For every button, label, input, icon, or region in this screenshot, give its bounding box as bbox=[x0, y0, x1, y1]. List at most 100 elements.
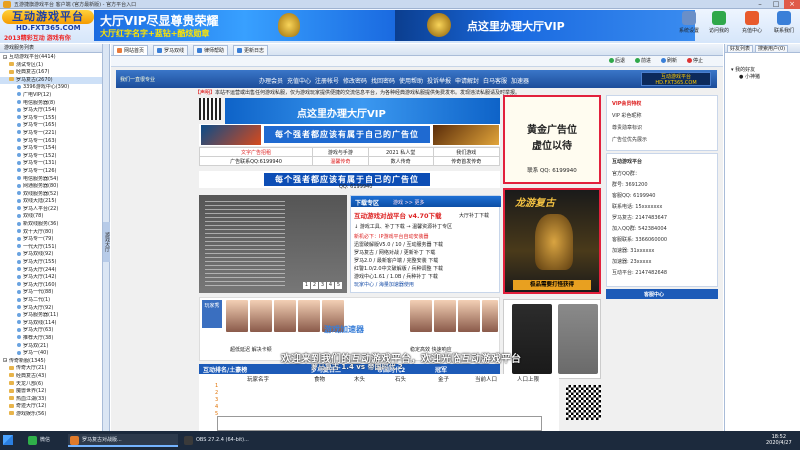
page-button[interactable]: 4 bbox=[327, 282, 334, 289]
taskbar-item[interactable]: 微信 bbox=[26, 434, 50, 447]
download-line[interactable]: 玩家中心 / 海量加速器使用 bbox=[354, 281, 414, 288]
settings-button[interactable]: 系统设置 bbox=[675, 11, 703, 34]
tree-item[interactable]: 双线服务器(52) bbox=[0, 191, 102, 199]
ranking-tab[interactable]: 冠军 bbox=[435, 365, 447, 374]
grid-link[interactable]: 游戏与手游 bbox=[312, 147, 369, 157]
tree-item[interactable]: 罗马双(21) bbox=[0, 343, 102, 351]
visit-mine-button[interactable]: 访问我的 bbox=[705, 11, 733, 34]
tree-item[interactable]: 罗马一代(88) bbox=[0, 289, 102, 297]
tree-item[interactable]: 罗马大厅(244) bbox=[0, 267, 102, 275]
site-nav-link[interactable]: 投诉举报 bbox=[427, 76, 451, 85]
tree-item[interactable]: 罗马大厅(63) bbox=[0, 327, 102, 335]
site-nav-link[interactable]: 找回密码 bbox=[371, 76, 395, 85]
tab-roma[interactable]: 罗马双线 bbox=[153, 45, 189, 55]
friend-item[interactable]: ● 小神猪 bbox=[739, 73, 760, 80]
tree-item[interactable]: 新双线服务(36) bbox=[0, 221, 102, 229]
tree-item[interactable]: 经典复古(167) bbox=[0, 69, 102, 77]
friend-group[interactable]: ▾ 我的好友 bbox=[731, 66, 755, 73]
tree-item[interactable]: − 传奇新服(1345) bbox=[0, 358, 102, 366]
back-button[interactable]: 后退 bbox=[609, 58, 625, 65]
site-nav-link[interactable]: 注册帐号 bbox=[315, 76, 339, 85]
tree-item[interactable]: 罗马大厅(142) bbox=[0, 274, 102, 282]
tree-item[interactable]: 一代大厅(151) bbox=[0, 244, 102, 252]
tree-item[interactable]: 罗马专一(79) bbox=[0, 236, 102, 244]
grid-link[interactable]: 文字广告招租 bbox=[198, 147, 314, 157]
download-line[interactable]: 罗马复古 / 网络对战 / 更新补丁 下载 bbox=[354, 249, 435, 256]
tree-item[interactable]: 罗马人平台(22) bbox=[0, 206, 102, 214]
player-photo[interactable] bbox=[458, 300, 480, 332]
game-hall-tab[interactable]: 游戏大厅 bbox=[103, 222, 110, 262]
expand-icon[interactable]: − bbox=[3, 358, 7, 363]
tree-item[interactable]: 测试专区(1) bbox=[0, 62, 102, 70]
site-nav-link[interactable]: 修改密码 bbox=[343, 76, 367, 85]
expand-icon[interactable]: − bbox=[3, 54, 7, 59]
player-photo[interactable] bbox=[298, 300, 320, 332]
tree-item[interactable]: 电信服务器(8) bbox=[0, 100, 102, 108]
site-nav-link[interactable]: 申请解封 bbox=[455, 76, 479, 85]
tree-item[interactable]: 推荐大厅(38) bbox=[0, 335, 102, 343]
download-line[interactable]: 红警1.0/2.0中文破解版 / 兵种调整 下载 bbox=[354, 265, 443, 272]
page-button[interactable]: 2 bbox=[311, 282, 318, 289]
tree-item[interactable]: 游戏娱乐(56) bbox=[0, 411, 102, 419]
vip-privilege-box[interactable]: VIP会员特权 VIP 彩色昵称 尊贵勋章标识 广告位优先展示 bbox=[606, 95, 718, 151]
gold-ad-slot[interactable]: 黄金广告位 虚位以待 联系 QQ: 6199940 bbox=[503, 95, 601, 184]
grid-link[interactable]: 数人传奇 bbox=[367, 156, 434, 166]
vip-cta-banner[interactable]: 点这里办理大厅VIP bbox=[395, 10, 695, 41]
download-headline[interactable]: 互动游戏对战平台 v4.70下载 bbox=[354, 210, 442, 220]
download-line[interactable]: 迅雷破解版V5.0 / 10 / 互动服务器 下载 bbox=[354, 241, 443, 248]
tree-item[interactable]: 双线(78) bbox=[0, 213, 102, 221]
vip-banner-ad[interactable]: 大厅VIP尽显尊贵荣耀 大厅红字名字+蓝钻+酷炫勋章 bbox=[94, 10, 395, 41]
site-nav-link[interactable]: 充值中心 bbox=[287, 76, 311, 85]
tree-item[interactable]: 罗马复古(2670) bbox=[0, 76, 102, 85]
clothing-ad[interactable] bbox=[503, 299, 601, 379]
site-logo[interactable]: 互动游戏平台 HD.FXT365.COM bbox=[641, 72, 711, 86]
tab-search-users[interactable]: 搜索用户(0) bbox=[755, 45, 789, 53]
tree-item[interactable]: 罗马大厅(92) bbox=[0, 305, 102, 313]
taskbar-item[interactable]: 罗马复古对战版... bbox=[68, 434, 178, 447]
tree-item[interactable]: 罗马双线(114) bbox=[0, 320, 102, 328]
contact-button[interactable]: 联系我们 bbox=[770, 11, 798, 34]
tab-home[interactable]: 网站首页 bbox=[113, 45, 149, 55]
patch-link[interactable]: 大厅补丁下载 bbox=[459, 212, 489, 219]
tree-item[interactable]: 罗马专一(221) bbox=[0, 130, 102, 138]
tree-item[interactable]: 罗马专一(152) bbox=[0, 153, 102, 161]
tree-item[interactable]: 罗马专一(131) bbox=[0, 160, 102, 168]
tree-item[interactable]: 传奇大厅(21) bbox=[0, 365, 102, 373]
site-nav-link[interactable]: 使用帮助 bbox=[399, 76, 423, 85]
tree-item[interactable]: 网通服务器(80) bbox=[0, 183, 102, 191]
tree-item[interactable]: 电信服务器(54) bbox=[0, 176, 102, 184]
player-photo[interactable] bbox=[482, 300, 498, 332]
game-ad[interactable]: 龙游复古 极品需要打怪获得 bbox=[503, 188, 601, 294]
tree-item[interactable]: 广电VIP(12) bbox=[0, 92, 102, 100]
grid-link[interactable]: 2021 私人堂 bbox=[367, 147, 434, 157]
tree-item[interactable]: 天龙八部(6) bbox=[0, 381, 102, 389]
tree-item[interactable]: 罗马二代(1) bbox=[0, 297, 102, 305]
page-button[interactable]: 5 bbox=[335, 282, 342, 289]
download-more[interactable]: 游戏 >> 更多 bbox=[393, 199, 425, 206]
player-photo[interactable] bbox=[226, 300, 248, 332]
site-nav-link[interactable]: 办理会员 bbox=[259, 76, 283, 85]
tree-item[interactable]: 双线大陆(215) bbox=[0, 198, 102, 206]
maximize-button[interactable]: □ bbox=[768, 0, 784, 9]
download-line[interactable]: 游戏中心1.61 / 1.0B / 兵种补丁 下载 bbox=[354, 273, 438, 280]
tree-item[interactable]: 罗马大厅(155) bbox=[0, 259, 102, 267]
tree-item[interactable]: 3396游戏中心(390) bbox=[0, 84, 102, 92]
vip-ad[interactable]: 点这里办理大厅VIP bbox=[225, 98, 500, 124]
site-nav-link[interactable]: 白马客服 bbox=[483, 76, 507, 85]
tree-item[interactable]: 罗马专一(126) bbox=[0, 168, 102, 176]
tree-item[interactable]: 罗马专一(165) bbox=[0, 122, 102, 130]
start-button[interactable] bbox=[3, 435, 13, 445]
download-line[interactable]: 罗马2.0 / 最新客户端 / 完整安装 下载 bbox=[354, 257, 438, 264]
download-line[interactable]: ↓ 游戏工具、补丁下载 → 温馨资源补丁专区 bbox=[354, 223, 452, 230]
tree-item[interactable]: 经典复古(43) bbox=[0, 373, 102, 381]
brand-logo[interactable]: 互动游戏平台 HD.FXT365.COM 2013精彩互动 游戏有你 bbox=[2, 10, 94, 42]
game-ad-image[interactable] bbox=[433, 125, 499, 145]
player-photo[interactable] bbox=[274, 300, 296, 332]
player-photo[interactable] bbox=[434, 300, 456, 332]
tree-item[interactable]: 热血江湖(33) bbox=[0, 396, 102, 404]
site-nav-link[interactable]: 加速器 bbox=[511, 76, 529, 85]
tree-item[interactable]: 罗马专一(154) bbox=[0, 145, 102, 153]
stop-button[interactable]: 停止 bbox=[687, 58, 703, 65]
tree-item[interactable]: − 互动游戏平台(4414) bbox=[0, 54, 102, 62]
download-line[interactable]: 新机必下：IP游戏平台自动安装器 bbox=[354, 233, 429, 240]
